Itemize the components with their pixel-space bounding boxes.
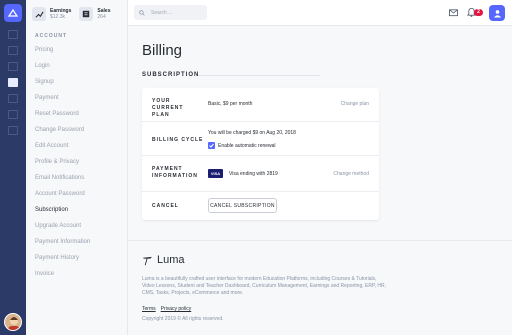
sidebar-nav: Pricing Login Signup Payment Reset Passw… bbox=[35, 46, 90, 286]
mail-icon[interactable] bbox=[449, 8, 458, 17]
change-plan-link[interactable]: Change plan bbox=[341, 101, 369, 107]
search-input[interactable] bbox=[151, 9, 201, 16]
sidebar-item-upgrade-account[interactable]: Upgrade Account bbox=[35, 222, 90, 238]
rail-grid-icon[interactable] bbox=[8, 46, 18, 55]
main-content: Billing SUBSCRIPTION YOUR CURRENT PLAN B… bbox=[128, 26, 512, 335]
rail-list-icon[interactable] bbox=[8, 62, 18, 71]
stat-sales-value: 264 bbox=[97, 14, 106, 20]
subscription-card: YOUR CURRENT PLAN Basic, $9 per month Ch… bbox=[142, 88, 379, 220]
copyright: Copyright 2019 © All rights reserved. bbox=[142, 316, 224, 322]
sidebar-item-email-notifications[interactable]: Email Notifications bbox=[35, 174, 90, 190]
card-description: Visa ending with 2819 bbox=[229, 170, 278, 177]
payment-info-label: PAYMENT INFORMATION bbox=[152, 166, 198, 179]
privacy-policy-link[interactable]: Privacy policy bbox=[161, 306, 192, 312]
sidebar-item-payment[interactable]: Payment bbox=[35, 94, 90, 110]
billing-cycle-row: BILLING CYCLE You will be charged $9 on … bbox=[142, 122, 379, 156]
receipt-icon bbox=[79, 7, 94, 21]
cancel-label: CANCEL bbox=[152, 203, 179, 209]
sidebar-item-login[interactable]: Login bbox=[35, 62, 90, 78]
visa-card-icon: VISA bbox=[208, 169, 223, 178]
stats-row: Earnings $12.3k Sales 264 bbox=[32, 4, 110, 24]
rail-messages-icon[interactable] bbox=[8, 126, 18, 135]
sidebar-item-invoice[interactable]: Invoice bbox=[35, 270, 90, 286]
terms-link[interactable]: Terms bbox=[142, 306, 156, 312]
footer-divider bbox=[128, 240, 512, 241]
app-logo-icon[interactable] bbox=[4, 4, 22, 22]
icon-rail bbox=[0, 0, 26, 335]
billing-cycle-label: BILLING CYCLE bbox=[152, 137, 204, 143]
user-avatar[interactable] bbox=[489, 5, 505, 21]
plan-row: YOUR CURRENT PLAN Basic, $9 per month Ch… bbox=[142, 88, 379, 122]
brand-name: Luma bbox=[157, 254, 185, 266]
plan-value: Basic, $9 per month bbox=[208, 101, 253, 107]
avatar[interactable] bbox=[4, 313, 22, 331]
billing-cycle-text: You will be charged $9 on Aug 20, 2018 bbox=[208, 130, 296, 136]
sidebar-item-payment-history[interactable]: Payment History bbox=[35, 254, 90, 270]
footer-description: Luma is a beautifully crafted user inter… bbox=[142, 276, 387, 296]
sidebar-item-signup[interactable]: Signup bbox=[35, 78, 90, 94]
rail-calendar-icon[interactable] bbox=[8, 94, 18, 103]
search-box[interactable] bbox=[134, 5, 207, 20]
sidebar: Earnings $12.3k Sales 264 ACCOUNT Pricin… bbox=[26, 0, 128, 335]
auto-renewal-toggle[interactable]: Enable automatic renewal bbox=[208, 142, 276, 149]
user-icon bbox=[493, 9, 501, 18]
luma-logo-icon bbox=[142, 256, 153, 265]
page-title: Billing bbox=[142, 42, 183, 59]
stat-earnings-value: $12.3k bbox=[50, 14, 66, 20]
section-divider bbox=[198, 75, 320, 76]
sidebar-item-reset-password[interactable]: Reset Password bbox=[35, 110, 90, 126]
stat-earnings[interactable]: Earnings $12.3k bbox=[32, 4, 71, 24]
search-icon bbox=[139, 9, 145, 16]
sidebar-section-label: ACCOUNT bbox=[35, 33, 67, 39]
sidebar-item-change-password[interactable]: Change Password bbox=[35, 126, 90, 142]
footer-links: Terms Privacy policy bbox=[142, 306, 191, 312]
sidebar-item-edit-account[interactable]: Edit Account bbox=[35, 142, 90, 158]
cancel-row: CANCEL CANCEL SUBSCRIPTION bbox=[142, 192, 379, 220]
sidebar-item-profile-privacy[interactable]: Profile & Privacy bbox=[35, 158, 90, 174]
sidebar-item-pricing[interactable]: Pricing bbox=[35, 46, 90, 62]
checkbox-checked-icon[interactable] bbox=[208, 142, 215, 149]
rail-courses-icon[interactable] bbox=[8, 30, 18, 39]
plan-label: YOUR CURRENT PLAN bbox=[152, 98, 184, 118]
sidebar-item-payment-information[interactable]: Payment Information bbox=[35, 238, 90, 254]
topbar: 2 bbox=[128, 0, 512, 26]
sidebar-item-subscription[interactable]: Subscription bbox=[35, 206, 90, 222]
section-heading: SUBSCRIPTION bbox=[142, 72, 200, 78]
rail-account-icon[interactable] bbox=[8, 78, 18, 87]
change-method-link[interactable]: Change method bbox=[333, 171, 369, 177]
sidebar-item-account-password[interactable]: Account Password bbox=[35, 190, 90, 206]
cancel-subscription-button[interactable]: CANCEL SUBSCRIPTION bbox=[208, 198, 277, 213]
trending-up-icon bbox=[32, 7, 46, 21]
payment-method: VISA Visa ending with 2819 bbox=[208, 169, 278, 178]
footer-brand: Luma bbox=[142, 254, 185, 266]
auto-renewal-label: Enable automatic renewal bbox=[218, 142, 276, 149]
rail-chart-icon[interactable] bbox=[8, 110, 18, 119]
stat-sales[interactable]: Sales 264 bbox=[79, 4, 110, 24]
payment-row: PAYMENT INFORMATION VISA Visa ending with… bbox=[142, 156, 379, 192]
notification-badge: 2 bbox=[474, 9, 483, 16]
app: Earnings $12.3k Sales 264 ACCOUNT Pricin… bbox=[0, 0, 512, 335]
